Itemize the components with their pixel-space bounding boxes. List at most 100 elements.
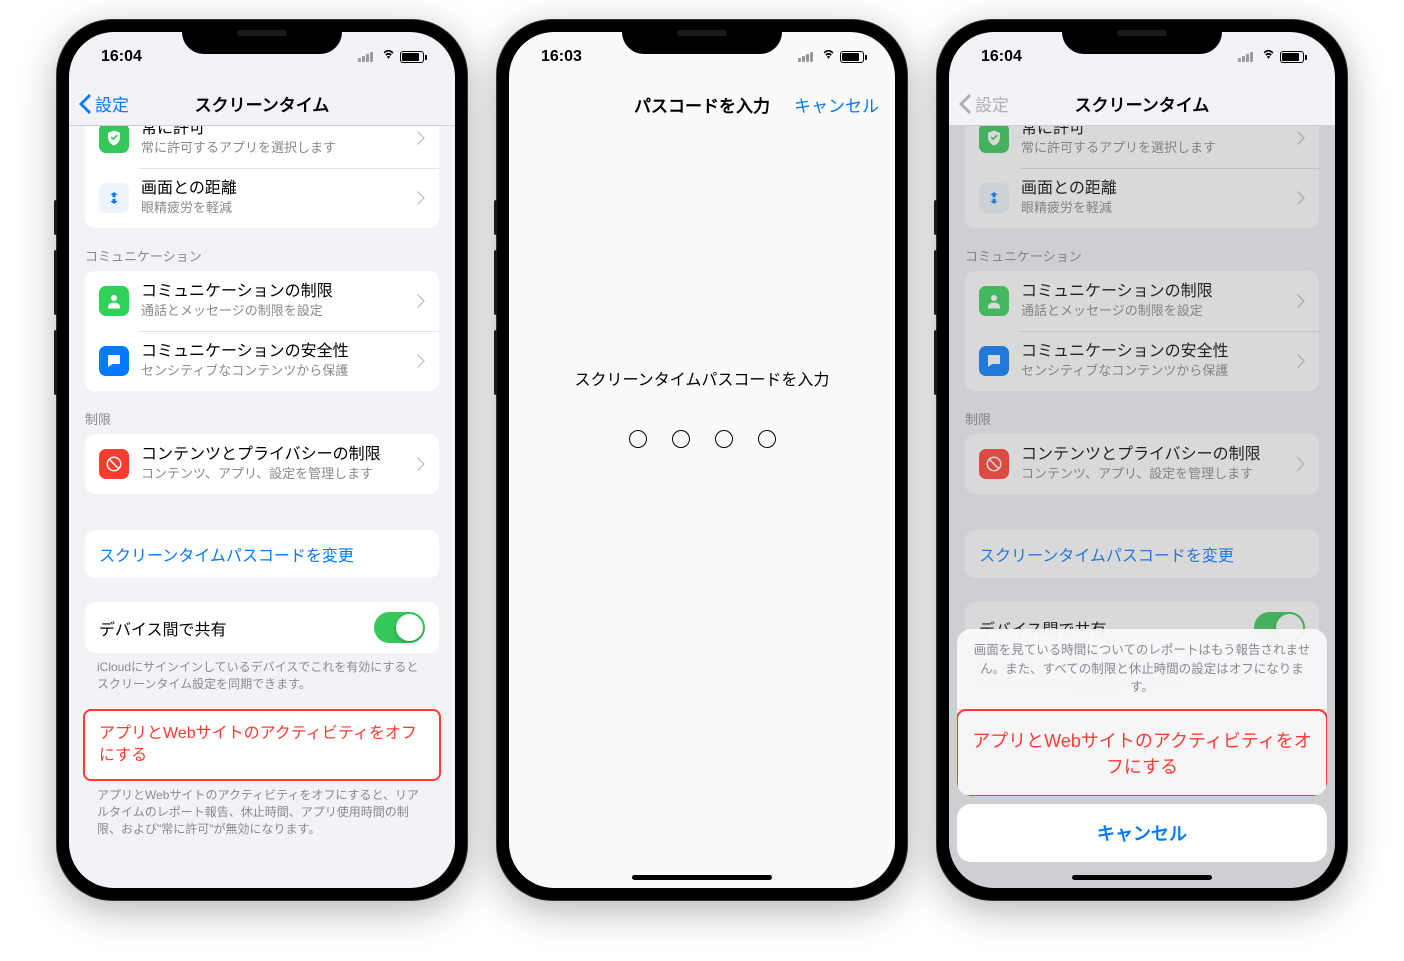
message-icon (979, 346, 1009, 376)
chevron-right-icon (417, 457, 425, 471)
cell-title: 常に許可 (141, 126, 417, 139)
chevron-right-icon (1297, 457, 1305, 471)
screen-2: 16:03 パスコードを入力 キャンセル スクリーンタイムパスコードを入力 (509, 32, 895, 888)
cell-title: 画面との距離 (141, 179, 417, 200)
battery-icon (840, 51, 867, 63)
phone-frame-2: 16:03 パスコードを入力 キャンセル スクリーンタイムパスコードを入力 (497, 20, 907, 900)
passcode-dot (672, 430, 690, 448)
toggle-switch[interactable] (374, 612, 425, 643)
nav-title: パスコードを入力 (634, 92, 770, 117)
chevron-right-icon (1297, 354, 1305, 368)
person-icon (979, 286, 1009, 316)
phone-frame-1: 16:04 設定 スクリーンタイム 常に許可 (57, 20, 467, 900)
row-communication-limits[interactable]: コミュニケーションの制限 通話とメッセージの制限を設定 (85, 271, 439, 331)
chevron-right-icon (1297, 191, 1305, 205)
chevron-right-icon (417, 354, 425, 368)
passcode-dot (715, 430, 733, 448)
turn-off-activity-cell[interactable]: アプリとWebサイトのアクティビティをオフにする (83, 709, 441, 782)
section-header-communication: コミュニケーション (69, 228, 455, 271)
screen-1: 16:04 設定 スクリーンタイム 常に許可 (69, 32, 455, 888)
passcode-dot (758, 430, 776, 448)
notch (1062, 20, 1222, 54)
cell-title: コミュニケーションの安全性 (141, 342, 417, 363)
nav-title: スクリーンタイム (1075, 91, 1210, 116)
content-area: スクリーンタイムパスコードを入力 (509, 126, 895, 888)
wifi-icon (820, 48, 837, 66)
time-label: 16:03 (541, 48, 582, 66)
row-always-allow[interactable]: 常に許可 常に許可するアプリを選択します (85, 126, 439, 168)
action-sheet: 画面を見ている時間についてのレポートはもう報告されません。また、すべての制限と休… (957, 629, 1327, 862)
distance-icon (979, 183, 1009, 213)
passcode-dot (629, 430, 647, 448)
battery-icon (400, 51, 427, 63)
content-area: 常に許可 常に許可するアプリを選択します 画面との距離 眼精疲労を軽減 (949, 126, 1335, 888)
passcode-dots[interactable] (629, 430, 776, 448)
time-label: 16:04 (981, 48, 1022, 66)
chevron-left-icon (79, 94, 91, 114)
time-label: 16:04 (101, 48, 142, 66)
chevron-right-icon (417, 294, 425, 308)
cell-title: コミュニケーションの制限 (141, 282, 417, 303)
cancel-button[interactable]: キャンセル (794, 92, 879, 117)
status-indicators (798, 48, 867, 66)
back-label: 設定 (975, 91, 1009, 116)
turn-off-footer: アプリとWebサイトのアクティビティをオフにすると、リアルタイムのレポート報告、… (69, 781, 455, 837)
cellular-icon (1238, 52, 1253, 62)
passcode-prompt: スクリーンタイムパスコードを入力 (575, 366, 830, 390)
row-communication-safety: コミュニケーションの安全性 センシティブなコンテンツから保護 (965, 331, 1319, 391)
person-icon (99, 286, 129, 316)
cellular-icon (798, 52, 813, 62)
back-button[interactable]: 設定 (79, 91, 129, 116)
change-passcode-link[interactable]: スクリーンタイムパスコードを変更 (85, 530, 439, 578)
no-entry-icon (979, 449, 1009, 479)
checkmark-shield-icon (99, 126, 129, 153)
nav-bar: 設定 スクリーンタイム (69, 82, 455, 126)
row-always-allow: 常に許可 常に許可するアプリを選択します (965, 126, 1319, 168)
share-footer: iCloudにサインインしているデバイスでこれを有効にするとスクリーンタイム設定… (69, 653, 455, 693)
checkmark-shield-icon (979, 126, 1009, 153)
row-screen-distance: 画面との距離 眼精疲労を軽減 (965, 168, 1319, 228)
cell-subtitle: 眼精疲労を軽減 (141, 200, 417, 217)
message-icon (99, 346, 129, 376)
row-screen-distance[interactable]: 画面との距離 眼精疲労を軽減 (85, 168, 439, 228)
row-communication-limits: コミュニケーションの制限 通話とメッセージの制限を設定 (965, 271, 1319, 331)
screen-3: 16:04 設定 スクリーンタイム 常に許可 (949, 32, 1335, 888)
sheet-turn-off-button[interactable]: アプリとWebサイトのアクティビティをオフにする (957, 709, 1327, 796)
battery-icon (1280, 51, 1307, 63)
cell-subtitle: 常に許可するアプリを選択します (141, 140, 417, 157)
change-passcode-link: スクリーンタイムパスコードを変更 (965, 530, 1319, 578)
cell-subtitle: コンテンツ、アプリ、設定を管理します (141, 466, 417, 483)
cell-title: コンテンツとプライバシーの制限 (141, 445, 417, 466)
distance-icon (99, 183, 129, 213)
chevron-left-icon (959, 94, 971, 114)
chevron-right-icon (1297, 294, 1305, 308)
back-button: 設定 (959, 91, 1009, 116)
nav-bar: パスコードを入力 キャンセル (509, 82, 895, 126)
home-indicator[interactable] (1072, 875, 1212, 880)
section-header-restrictions: 制限 (69, 391, 455, 434)
toggle-label: デバイス間で共有 (99, 616, 227, 640)
phone-frame-3: 16:04 設定 スクリーンタイム 常に許可 (937, 20, 1347, 900)
chevron-right-icon (417, 131, 425, 145)
nav-title: スクリーンタイム (195, 91, 330, 116)
row-content-privacy: コンテンツとプライバシーの制限 コンテンツ、アプリ、設定を管理します (965, 434, 1319, 494)
home-indicator[interactable] (632, 875, 772, 880)
chevron-right-icon (417, 191, 425, 205)
sheet-cancel-button[interactable]: キャンセル (957, 804, 1327, 862)
row-communication-safety[interactable]: コミュニケーションの安全性 センシティブなコンテンツから保護 (85, 331, 439, 391)
content-area: 常に許可 常に許可するアプリを選択します 画面との距離 眼精疲労を軽減 (69, 126, 455, 888)
notch (622, 20, 782, 54)
turn-off-label: アプリとWebサイトのアクティビティをオフにする (85, 711, 439, 780)
status-indicators (1238, 48, 1307, 66)
status-indicators (358, 48, 427, 66)
chevron-right-icon (1297, 131, 1305, 145)
wifi-icon (380, 48, 397, 66)
cellular-icon (358, 52, 373, 62)
share-across-devices-row[interactable]: デバイス間で共有 (85, 602, 439, 653)
row-content-privacy[interactable]: コンテンツとプライバシーの制限 コンテンツ、アプリ、設定を管理します (85, 434, 439, 494)
back-label: 設定 (95, 91, 129, 116)
sheet-message: 画面を見ている時間についてのレポートはもう報告されません。また、すべての制限と休… (957, 629, 1327, 710)
cell-subtitle: センシティブなコンテンツから保護 (141, 363, 417, 380)
cell-subtitle: 通話とメッセージの制限を設定 (141, 303, 417, 320)
notch (182, 20, 342, 54)
